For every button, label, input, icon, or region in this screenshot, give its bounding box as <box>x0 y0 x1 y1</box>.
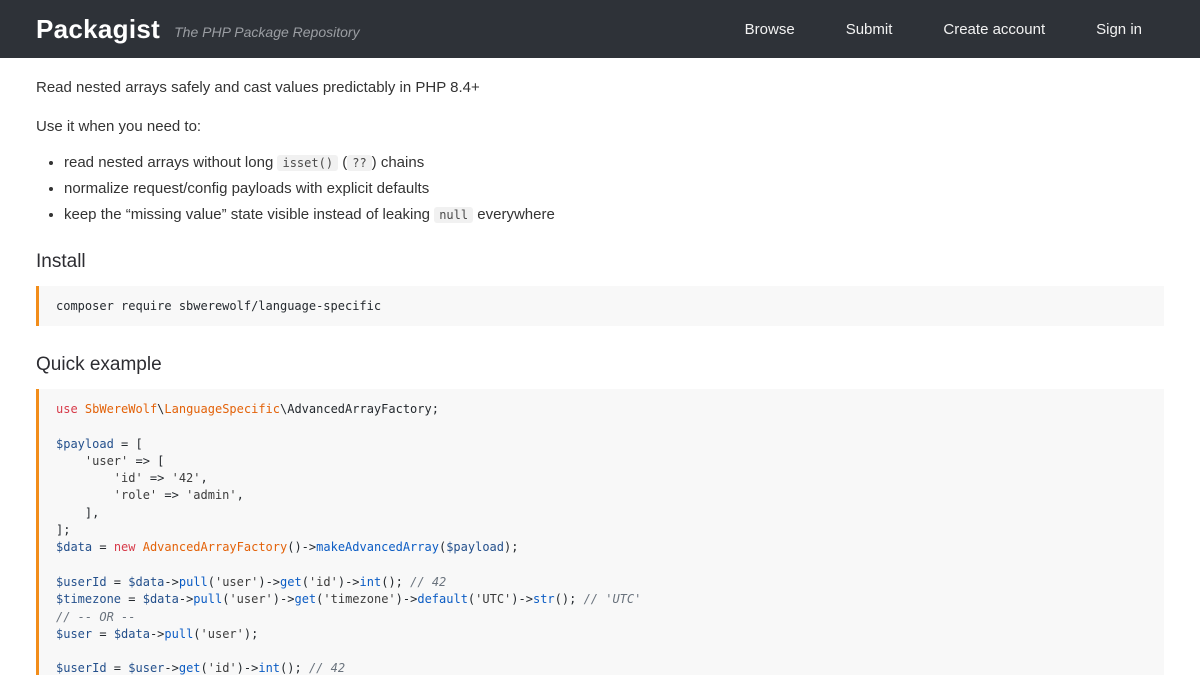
code-line: // -- OR -- <box>56 609 1147 626</box>
readme-content: Read nested arrays safely and cast value… <box>0 58 1200 675</box>
install-command: composer require sbwerewolf/language-spe… <box>56 299 381 313</box>
header: Packagist The PHP Package Repository Bro… <box>0 0 1200 58</box>
install-code-block: composer require sbwerewolf/language-spe… <box>36 286 1164 326</box>
code-line <box>56 557 1147 574</box>
brand-tagline: The PHP Package Repository <box>174 24 359 40</box>
code-line: $user = $data->pull('user'); <box>56 626 1147 643</box>
bullet-item: keep the “missing value” state visible i… <box>64 206 1164 223</box>
bullet-item: read nested arrays without long isset() … <box>64 154 1164 171</box>
example-code-block: use SbWereWolf\LanguageSpecific\Advanced… <box>36 389 1164 675</box>
code-line: ]; <box>56 522 1147 539</box>
nav-create-account[interactable]: Create account <box>943 21 1045 38</box>
bullet-item: normalize request/config payloads with e… <box>64 180 1164 197</box>
code-line: $data = new AdvancedArrayFactory()->make… <box>56 539 1147 556</box>
quick-example-heading: Quick example <box>36 354 1164 376</box>
use-when-paragraph: Use it when you need to: <box>36 118 1164 135</box>
code-line: $userId = $data->pull('user')->get('id')… <box>56 574 1147 591</box>
intro-paragraph: Read nested arrays safely and cast value… <box>36 79 1164 96</box>
nav-sign-in[interactable]: Sign in <box>1096 21 1142 38</box>
code-line: $payload = [ <box>56 436 1147 453</box>
code-line: 'user' => [ <box>56 453 1147 470</box>
main-nav: Browse Submit Create account Sign in <box>745 21 1142 38</box>
inline-code: null <box>434 207 473 223</box>
inline-code: ?? <box>347 155 371 171</box>
nav-browse[interactable]: Browse <box>745 21 795 38</box>
code-line: $userId = $user->get('id')->int(); // 42 <box>56 660 1147 675</box>
feature-list: read nested arrays without long isset() … <box>36 154 1164 223</box>
code-line: use SbWereWolf\LanguageSpecific\Advanced… <box>56 401 1147 418</box>
brand-logo[interactable]: Packagist <box>36 14 160 45</box>
install-heading: Install <box>36 251 1164 273</box>
nav-submit[interactable]: Submit <box>846 21 893 38</box>
code-line: 'role' => 'admin', <box>56 487 1147 504</box>
code-line: $timezone = $data->pull('user')->get('ti… <box>56 591 1147 608</box>
code-line: 'id' => '42', <box>56 470 1147 487</box>
inline-code: isset() <box>277 155 338 171</box>
code-line <box>56 418 1147 435</box>
code-line <box>56 643 1147 660</box>
code-line: ], <box>56 505 1147 522</box>
